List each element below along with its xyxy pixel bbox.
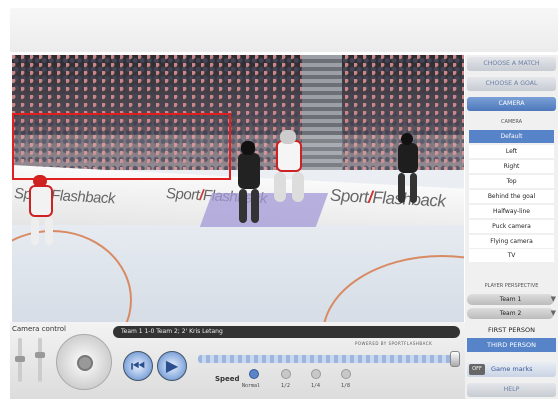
camera-option-tv[interactable]: TV [469, 249, 554, 262]
top-banner [10, 8, 558, 52]
camera-option-behind-goal[interactable]: Behind the goal [469, 190, 554, 203]
help-button[interactable]: HELP [467, 383, 556, 397]
camera-zoom-slider[interactable] [35, 338, 45, 382]
joystick-knob-icon[interactable] [77, 355, 93, 371]
choose-goal-button[interactable]: CHOOSE A GOAL [467, 77, 556, 91]
speed-option-label: 1/2 [281, 383, 291, 389]
speed-label: Speed [215, 375, 240, 383]
camera-option-flying[interactable]: Flying camera [469, 235, 554, 248]
game-marks-label: Game marks [491, 365, 533, 373]
play-icon: ▶ [165, 356, 179, 375]
team2-label: Team 2 [499, 310, 522, 317]
camera-option-right[interactable]: Right [469, 160, 554, 173]
slider-knob[interactable] [35, 352, 45, 358]
camera-option-halfway-line[interactable]: Halfway-line [469, 205, 554, 218]
first-person-button[interactable]: FIRST PERSON [467, 323, 556, 337]
team1-label: Team 1 [499, 296, 522, 303]
goal-caption: Team 1 1-0 Team 2; 2' Kris Letang [113, 326, 460, 338]
camera-joystick[interactable] [56, 334, 112, 390]
toggle-off-indicator[interactable]: OFF [469, 364, 485, 375]
camera-option-default[interactable]: Default [469, 130, 554, 143]
ad-board-3: Sport/Flashback [330, 186, 445, 212]
powered-by-label: POWERED BY SPORTFLASHBACK [355, 341, 433, 346]
team2-select[interactable]: Team 2 ▼ [467, 308, 556, 319]
camera-control-label: Camera control [12, 325, 66, 333]
player-perspective-title: PLAYER PERSPECTIVE [484, 283, 539, 289]
chevron-down-icon: ▼ [550, 295, 556, 303]
speed-half-radio[interactable] [281, 369, 291, 379]
app-root: Sport/Flashback Sport/Flashback Sport/Fl… [0, 0, 560, 399]
speed-option-label: 1/8 [341, 383, 351, 389]
chevron-down-icon: ▼ [550, 309, 556, 317]
third-person-button[interactable]: THIRD PERSON [467, 338, 556, 352]
replay-timeline[interactable] [198, 355, 458, 363]
speed-quarter-radio[interactable] [311, 369, 321, 379]
timeline-scrubber[interactable] [450, 351, 460, 367]
choose-match-button[interactable]: CHOOSE A MATCH [467, 57, 556, 71]
camera-option-puck[interactable]: Puck camera [469, 220, 554, 233]
player-red-left [17, 175, 67, 255]
previous-button[interactable]: ⏮ [123, 351, 153, 381]
speed-option-label: 1/4 [311, 383, 321, 389]
camera-height-slider[interactable] [15, 338, 25, 382]
player-black-right [392, 133, 428, 213]
skip-back-icon: ⏮ [130, 356, 146, 375]
camera-option-top[interactable]: Top [469, 175, 554, 188]
camera-option-left[interactable]: Left [469, 145, 554, 158]
ad-text-sport: Sport [330, 185, 369, 207]
player-goalie [270, 130, 310, 210]
speed-normal-radio[interactable] [249, 369, 259, 379]
player-black-celebrating [230, 133, 270, 233]
slider-knob[interactable] [15, 356, 25, 362]
team1-select[interactable]: Team 1 ▼ [467, 294, 556, 305]
speed-option-label: Normal [242, 383, 261, 389]
replay-viewport[interactable]: Sport/Flashback Sport/Flashback Sport/Fl… [12, 55, 464, 322]
highlight-box [12, 113, 231, 180]
game-marks-toggle[interactable]: OFF Game marks [467, 362, 556, 377]
ad-text-sport: Sport [166, 185, 200, 204]
side-panel: CHOOSE A MATCH CHOOSE A GOAL CAMERA CAME… [465, 55, 558, 399]
camera-tab[interactable]: CAMERA [467, 97, 556, 111]
camera-section-title: CAMERA [500, 119, 523, 125]
speed-eighth-radio[interactable] [341, 369, 351, 379]
play-button[interactable]: ▶ [157, 351, 187, 381]
